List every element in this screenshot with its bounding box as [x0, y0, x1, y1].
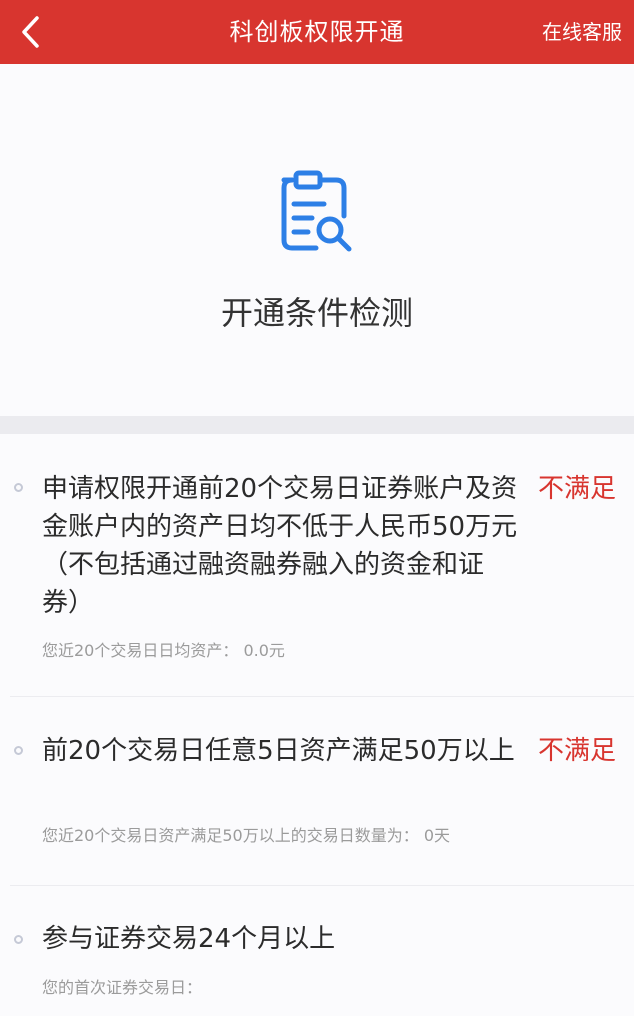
online-service-button[interactable]: 在线客服 [542, 0, 622, 64]
condition-status: 不满足 [537, 474, 616, 504]
bullet-icon [14, 746, 23, 755]
conditions-list: 申请权限开通前20个交易日证券账户及资金账户内的资产日均不低于人民币50万元 （… [0, 434, 634, 1016]
condition-status: 不满足 [537, 736, 616, 766]
detail-label: 您的首次证券交易日： [42, 978, 203, 997]
condition-text: 前20个交易日任意5日资产满足50万以上 [42, 736, 515, 766]
chevron-left-icon [22, 16, 39, 48]
condition-text: 参与证券交易24个月以上 [42, 924, 336, 954]
page-title: 科创板权限开通 [229, 18, 405, 46]
condition-item-five-days: 前20个交易日任意5日资产满足50万以上 不满足 您近20个交易日资产满足50万… [0, 697, 634, 885]
back-button[interactable] [0, 0, 60, 64]
condition-item-assets: 申请权限开通前20个交易日证券账户及资金账户内的资产日均不低于人民币50万元 （… [0, 434, 634, 696]
bullet-icon [14, 483, 23, 492]
detail-label: 您近20个交易日日均资产： [42, 641, 239, 660]
bullet-icon [14, 935, 23, 944]
top-nav-bar: 科创板权限开通 在线客服 [0, 0, 634, 64]
document-search-icon [281, 170, 352, 252]
detail-value: 0.0元 [243, 641, 285, 660]
condition-detail: 您的首次证券交易日： [42, 974, 612, 998]
condition-item-trading-history: 参与证券交易24个月以上 您的首次证券交易日： [0, 886, 634, 1016]
condition-text: 申请权限开通前20个交易日证券账户及资金账户内的资产日均不低于人民币50万元 （… [42, 474, 518, 618]
section-separator [0, 416, 634, 434]
detail-label: 您近20个交易日资产满足50万以上的交易日数量为： [42, 826, 419, 845]
condition-detail: 您近20个交易日日均资产： 0.0元 [42, 637, 612, 661]
detail-value: 0天 [423, 826, 451, 845]
check-title: 开通条件检测 [220, 294, 413, 332]
condition-detail: 您近20个交易日资产满足50万以上的交易日数量为： 0天 [42, 822, 612, 846]
hero-section: 开通条件检测 [0, 64, 634, 416]
